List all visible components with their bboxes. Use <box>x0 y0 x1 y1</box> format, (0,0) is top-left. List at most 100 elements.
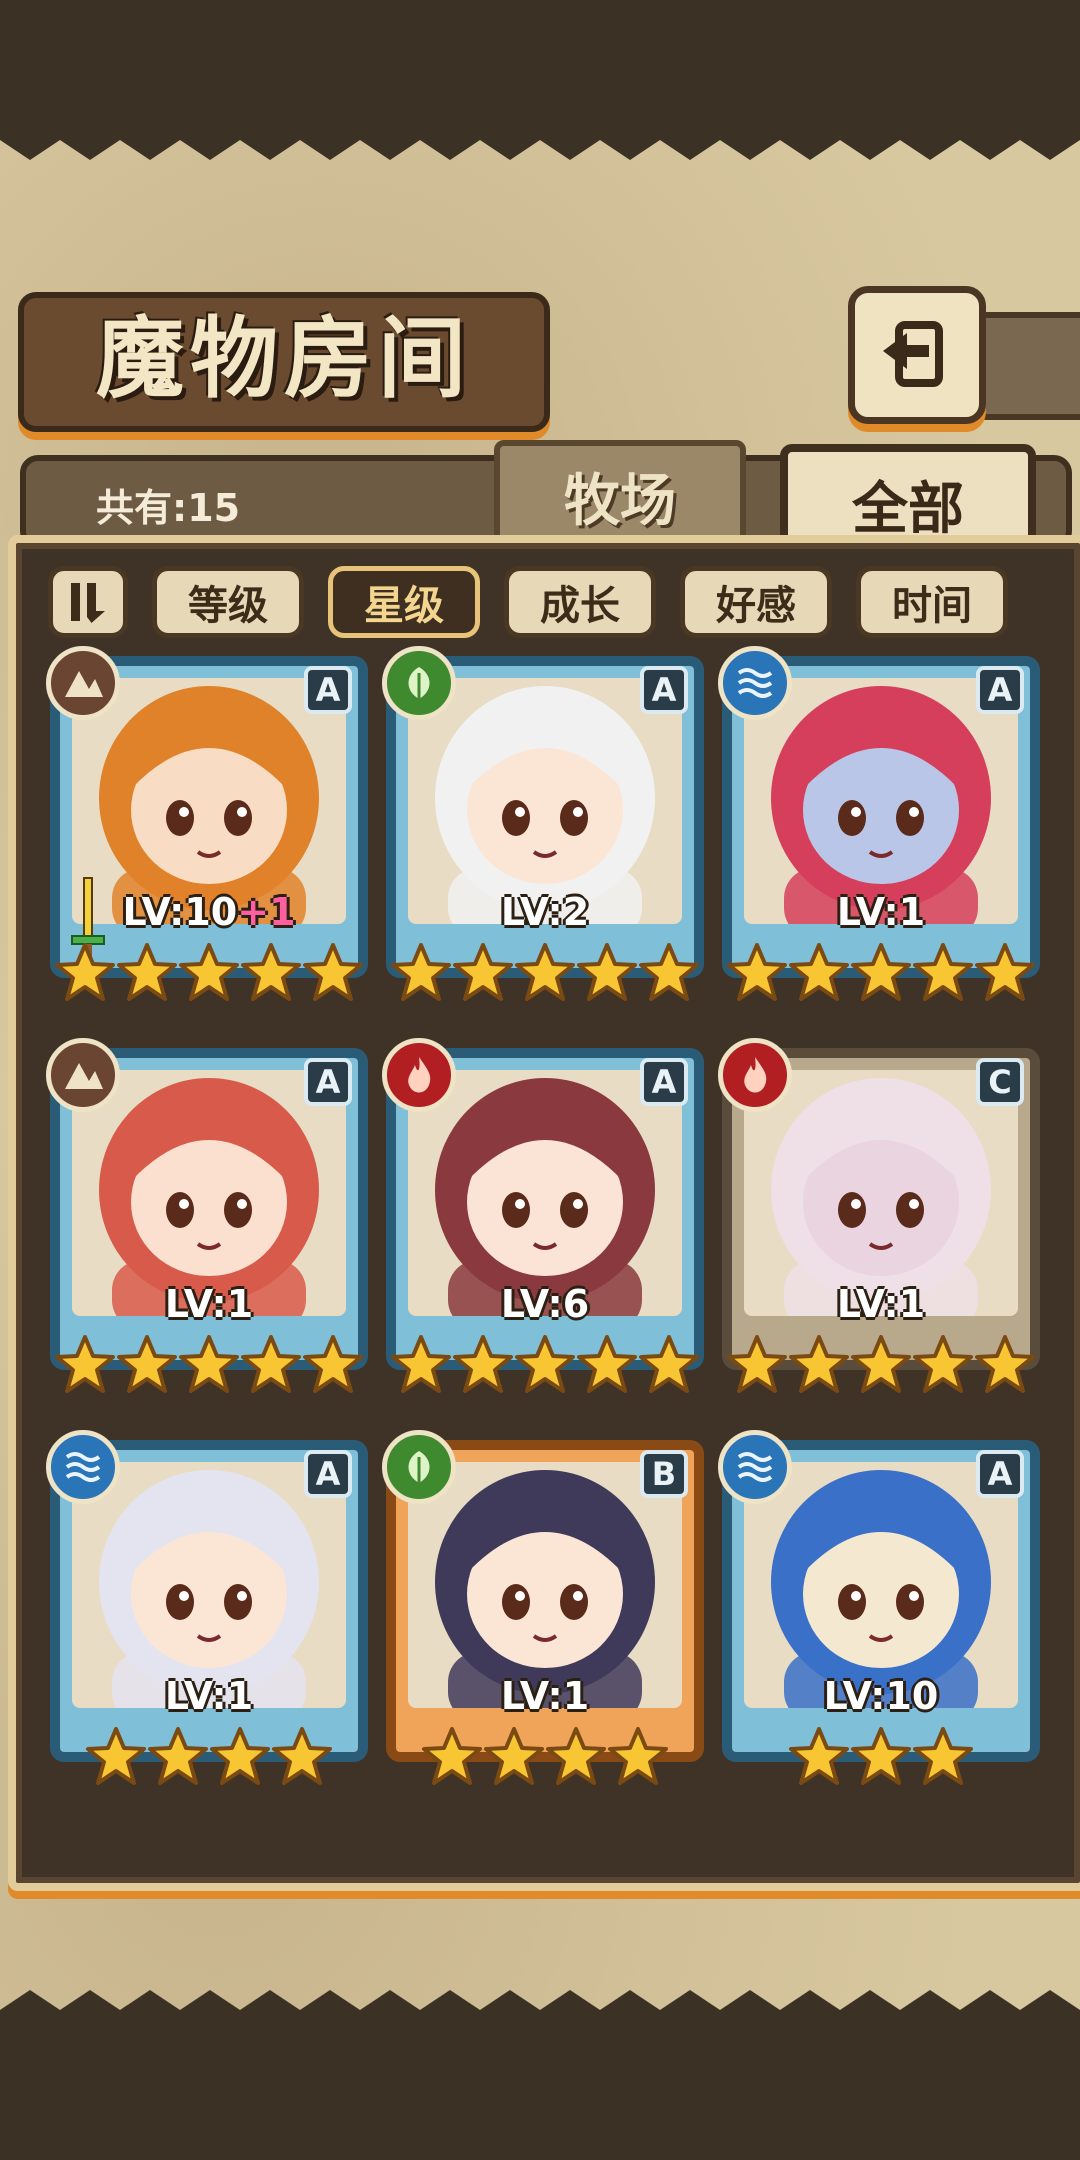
star-rating <box>722 1334 1040 1398</box>
level-value: LV:1 <box>500 1674 590 1718</box>
level-value: LV:1 <box>836 890 926 934</box>
rank-badge: A <box>304 1058 352 1106</box>
star-icon <box>390 942 452 1006</box>
back-button[interactable] <box>848 286 986 424</box>
star-icon <box>483 1726 545 1790</box>
star-icon <box>514 942 576 1006</box>
monster-portrait <box>72 678 346 924</box>
star-icon <box>54 942 116 1006</box>
level-label: LV:1 <box>50 1674 368 1718</box>
filter-star-button[interactable]: 星级 <box>328 566 480 638</box>
star-icon <box>912 1726 974 1790</box>
level-value: LV:2 <box>500 890 590 934</box>
star-icon <box>912 942 974 1006</box>
monster-portrait <box>744 1462 1018 1708</box>
monster-card[interactable]: A LV:1 <box>718 646 1040 1014</box>
star-icon <box>850 1334 912 1398</box>
star-icon <box>452 942 514 1006</box>
element-flame-icon <box>718 1038 792 1112</box>
element-wave-icon <box>718 1430 792 1504</box>
sort-order-icon <box>71 583 105 623</box>
monster-portrait <box>408 678 682 924</box>
page-title-plaque: 魔物房间 <box>18 292 550 432</box>
level-label: LV:1 <box>722 1282 1040 1326</box>
monster-card[interactable]: B LV:1 <box>382 1430 704 1798</box>
star-icon <box>116 942 178 1006</box>
element-wave-icon <box>718 646 792 720</box>
star-icon <box>209 1726 271 1790</box>
level-label: LV:6 <box>386 1282 704 1326</box>
star-icon <box>607 1726 669 1790</box>
level-value: LV:1 <box>164 1282 254 1326</box>
monster-portrait <box>72 1462 346 1708</box>
star-rating <box>386 942 704 1006</box>
star-icon <box>912 1334 974 1398</box>
back-button-rail <box>972 312 1080 420</box>
rank-badge: A <box>640 1058 688 1106</box>
filter-growth-button[interactable]: 成长 <box>504 566 656 638</box>
monster-card[interactable]: C LV:1 <box>718 1038 1040 1406</box>
star-icon <box>514 1334 576 1398</box>
level-label: LV:1 <box>386 1674 704 1718</box>
star-icon <box>452 1334 514 1398</box>
level-value: LV:1 <box>164 1674 254 1718</box>
monster-card[interactable]: A LV:10+1 <box>46 646 368 1014</box>
star-icon <box>302 1334 364 1398</box>
star-icon <box>576 942 638 1006</box>
star-rating <box>50 1334 368 1398</box>
level-value: LV:1 <box>836 1282 926 1326</box>
filter-affection-button[interactable]: 好感 <box>680 566 832 638</box>
page-title: 魔物房间 <box>95 306 472 410</box>
sort-order-button[interactable] <box>48 566 128 638</box>
bottom-band <box>0 2030 1080 2160</box>
level-value: LV:6 <box>500 1282 590 1326</box>
star-icon <box>390 1334 452 1398</box>
star-icon <box>974 942 1036 1006</box>
star-icon <box>240 1334 302 1398</box>
rank-badge: A <box>976 666 1024 714</box>
monster-portrait <box>72 1070 346 1316</box>
star-icon <box>545 1726 607 1790</box>
level-value: LV:10 <box>823 1674 939 1718</box>
star-rating <box>386 1334 704 1398</box>
filter-level-button[interactable]: 等级 <box>152 566 304 638</box>
star-icon <box>54 1334 116 1398</box>
filter-time-button[interactable]: 时间 <box>856 566 1008 638</box>
star-icon <box>850 1726 912 1790</box>
star-icon <box>302 942 364 1006</box>
level-label: LV:2 <box>386 890 704 934</box>
monster-card[interactable]: A LV:6 <box>382 1038 704 1406</box>
star-rating <box>386 1726 704 1790</box>
star-rating <box>722 1726 1040 1790</box>
level-bonus: +1 <box>237 890 296 934</box>
rank-badge: B <box>640 1450 688 1498</box>
monster-card[interactable]: A LV:1 <box>46 1038 368 1406</box>
rank-badge: C <box>976 1058 1024 1106</box>
top-zigzag-border <box>0 120 1080 160</box>
bottom-zigzag-border <box>0 1990 1080 2030</box>
star-icon <box>788 942 850 1006</box>
level-label: LV:10 <box>722 1674 1040 1718</box>
level-label: LV:1 <box>50 1282 368 1326</box>
top-band <box>0 0 1080 120</box>
level-value: LV:10 <box>122 890 238 934</box>
star-icon <box>788 1334 850 1398</box>
monster-portrait <box>408 1070 682 1316</box>
rank-badge: A <box>304 666 352 714</box>
element-leaf-icon <box>382 646 456 720</box>
star-rating <box>722 942 1040 1006</box>
monster-card[interactable]: A LV:10 <box>718 1430 1040 1798</box>
star-icon <box>178 1334 240 1398</box>
star-icon <box>726 942 788 1006</box>
star-icon <box>974 1334 1036 1398</box>
star-icon <box>850 942 912 1006</box>
element-mountain-icon <box>46 646 120 720</box>
star-icon <box>638 1334 700 1398</box>
return-arrow-icon <box>883 321 943 387</box>
monster-card[interactable]: A LV:1 <box>46 1430 368 1798</box>
monster-card[interactable]: A LV:2 <box>382 646 704 1014</box>
element-flame-icon <box>382 1038 456 1112</box>
level-label: LV:1 <box>722 890 1040 934</box>
star-icon <box>271 1726 333 1790</box>
star-icon <box>726 1334 788 1398</box>
